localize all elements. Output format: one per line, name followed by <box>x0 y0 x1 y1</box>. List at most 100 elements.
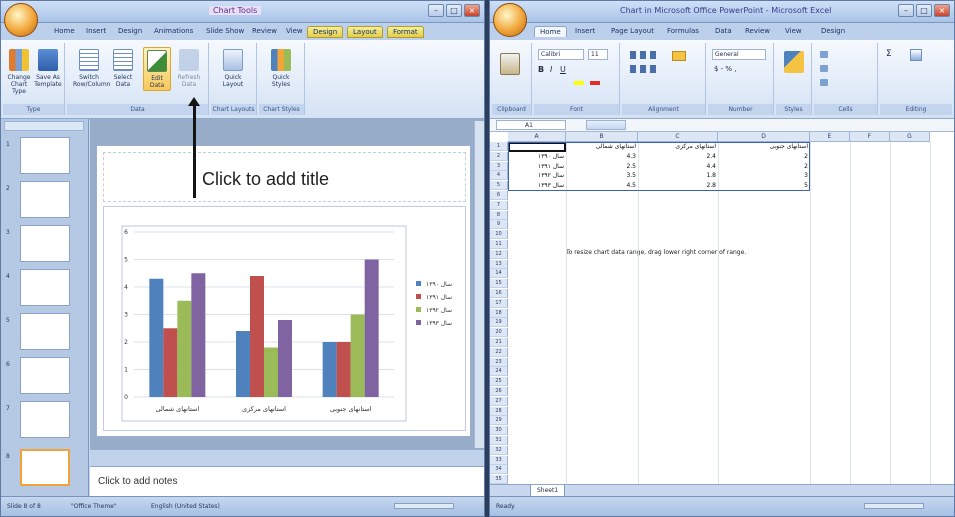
notes-splitter[interactable] <box>90 450 484 466</box>
font-size-select[interactable]: 11 <box>588 49 608 60</box>
align-top-icon[interactable] <box>630 51 660 59</box>
row-header[interactable]: 32 <box>490 445 508 455</box>
tab-chart-format[interactable]: Format <box>387 26 424 38</box>
row-header[interactable]: 5 <box>490 181 508 191</box>
close-button[interactable]: × <box>464 4 480 17</box>
change-chart-type-button[interactable]: Change Chart Type <box>5 49 33 95</box>
slide-title-placeholder[interactable]: Click to add title <box>103 152 466 202</box>
switch-row-column-button[interactable]: Switch Row/Column <box>73 49 110 88</box>
tab-insert[interactable]: Insert <box>81 26 111 36</box>
row-header[interactable]: 24 <box>490 367 508 377</box>
tab-formulas[interactable]: Formulas <box>662 26 704 36</box>
minimize-button[interactable]: – <box>428 4 444 17</box>
chart-frame[interactable]: 0 1 2 3 4 5 6 استانهای شمالی استانهای مرکزی استان… <box>103 206 466 431</box>
row-header[interactable]: 29 <box>490 416 508 426</box>
tab-home[interactable]: Home <box>49 26 80 36</box>
delete-cells-button[interactable] <box>818 63 831 74</box>
bold-button[interactable]: B <box>538 65 544 74</box>
format-cells-button[interactable] <box>818 77 831 88</box>
row-header[interactable]: 19 <box>490 318 508 328</box>
name-box[interactable]: A1 <box>496 120 566 130</box>
column-header[interactable]: B <box>566 132 638 142</box>
notes-pane[interactable]: Click to add notes <box>90 466 484 498</box>
autosum-icon[interactable]: Σ <box>886 49 892 59</box>
tab-page-layout[interactable]: Page Layout <box>606 26 659 36</box>
row-header[interactable]: 20 <box>490 328 508 338</box>
row-header[interactable]: 6 <box>490 191 508 200</box>
chart-data-range[interactable] <box>508 142 810 191</box>
row-header[interactable]: 4 <box>490 171 508 181</box>
tab-review[interactable]: Review <box>247 26 282 36</box>
currency-button[interactable]: $ - % , <box>714 65 737 73</box>
row-header[interactable]: 13 <box>490 259 508 269</box>
maximize-button[interactable]: □ <box>916 4 932 17</box>
column-header[interactable]: A <box>508 132 566 142</box>
maximize-button[interactable]: □ <box>446 4 462 17</box>
font-color-icon[interactable] <box>590 81 600 85</box>
tab-slide-show[interactable]: Slide Show <box>201 26 249 36</box>
row-header[interactable]: 2 <box>490 151 508 161</box>
row-header[interactable]: 8 <box>490 210 508 220</box>
column-header[interactable]: G <box>890 132 930 142</box>
minimize-button[interactable]: – <box>898 4 914 17</box>
tab-chart-layout[interactable]: Layout <box>347 26 383 38</box>
row-header[interactable]: 1 <box>490 142 508 151</box>
slide-thumb[interactable] <box>20 313 70 350</box>
row-header[interactable]: 7 <box>490 200 508 210</box>
row-header[interactable]: 30 <box>490 426 508 436</box>
row-header[interactable]: 27 <box>490 396 508 406</box>
slide-thumb[interactable] <box>20 269 70 306</box>
slide-thumb-selected[interactable] <box>20 449 70 486</box>
row-header[interactable]: 25 <box>490 377 508 387</box>
zoom-slider[interactable] <box>394 503 454 509</box>
tab-view[interactable]: View <box>281 26 308 36</box>
row-header[interactable]: 26 <box>490 387 508 396</box>
insert-cells-button[interactable] <box>818 49 831 60</box>
row-header[interactable]: 34 <box>490 465 508 475</box>
row-header[interactable]: 10 <box>490 230 508 240</box>
row-header[interactable]: 23 <box>490 357 508 367</box>
tab-design[interactable]: Design <box>816 26 850 36</box>
row-header[interactable]: 22 <box>490 347 508 357</box>
slide-thumb[interactable] <box>20 225 70 262</box>
wrap-text-icon[interactable] <box>672 51 686 61</box>
refresh-data-button[interactable]: Refresh Data <box>175 49 203 88</box>
slide-thumb[interactable] <box>20 137 70 174</box>
office-button[interactable] <box>493 3 527 37</box>
quick-styles-button[interactable]: Quick Styles <box>267 49 295 88</box>
spreadsheet-grid[interactable]: To resize chart data range, drag lower r… <box>490 132 954 485</box>
tab-design[interactable]: Design <box>113 26 147 36</box>
column-header[interactable]: E <box>810 132 850 142</box>
tab-chart-design[interactable]: Design <box>307 26 344 38</box>
row-header[interactable]: 3 <box>490 161 508 171</box>
font-name-select[interactable]: Calibri <box>538 49 584 60</box>
italic-button[interactable]: I <box>550 65 552 74</box>
row-header[interactable]: 11 <box>490 240 508 249</box>
row-header[interactable]: 18 <box>490 308 508 318</box>
row-header[interactable]: 16 <box>490 289 508 298</box>
sort-filter-icon[interactable] <box>910 49 922 61</box>
number-format-select[interactable]: General <box>712 49 766 60</box>
column-header[interactable]: F <box>850 132 890 142</box>
row-header[interactable]: 28 <box>490 406 508 416</box>
underline-button[interactable]: U <box>560 65 566 74</box>
slide-thumb[interactable] <box>20 401 70 438</box>
thumbnail-pane-tabs[interactable] <box>4 121 84 131</box>
fx-button[interactable] <box>586 120 626 130</box>
row-header[interactable]: 15 <box>490 279 508 289</box>
tab-review[interactable]: Review <box>740 26 775 36</box>
row-header[interactable]: 21 <box>490 338 508 347</box>
tab-home[interactable]: Home <box>534 26 567 37</box>
fill-color-icon[interactable] <box>574 81 584 85</box>
slide-thumb[interactable] <box>20 357 70 394</box>
vertical-scrollbar[interactable] <box>474 121 484 448</box>
edit-data-button[interactable]: Edit Data <box>143 47 171 91</box>
row-header[interactable]: 33 <box>490 455 508 465</box>
tab-view[interactable]: View <box>780 26 807 36</box>
office-button[interactable] <box>4 3 38 37</box>
zoom-slider[interactable] <box>864 503 924 509</box>
tab-insert[interactable]: Insert <box>570 26 600 36</box>
select-data-button[interactable]: Select Data <box>109 49 137 88</box>
column-header[interactable]: C <box>638 132 718 142</box>
row-header[interactable]: 14 <box>490 269 508 279</box>
